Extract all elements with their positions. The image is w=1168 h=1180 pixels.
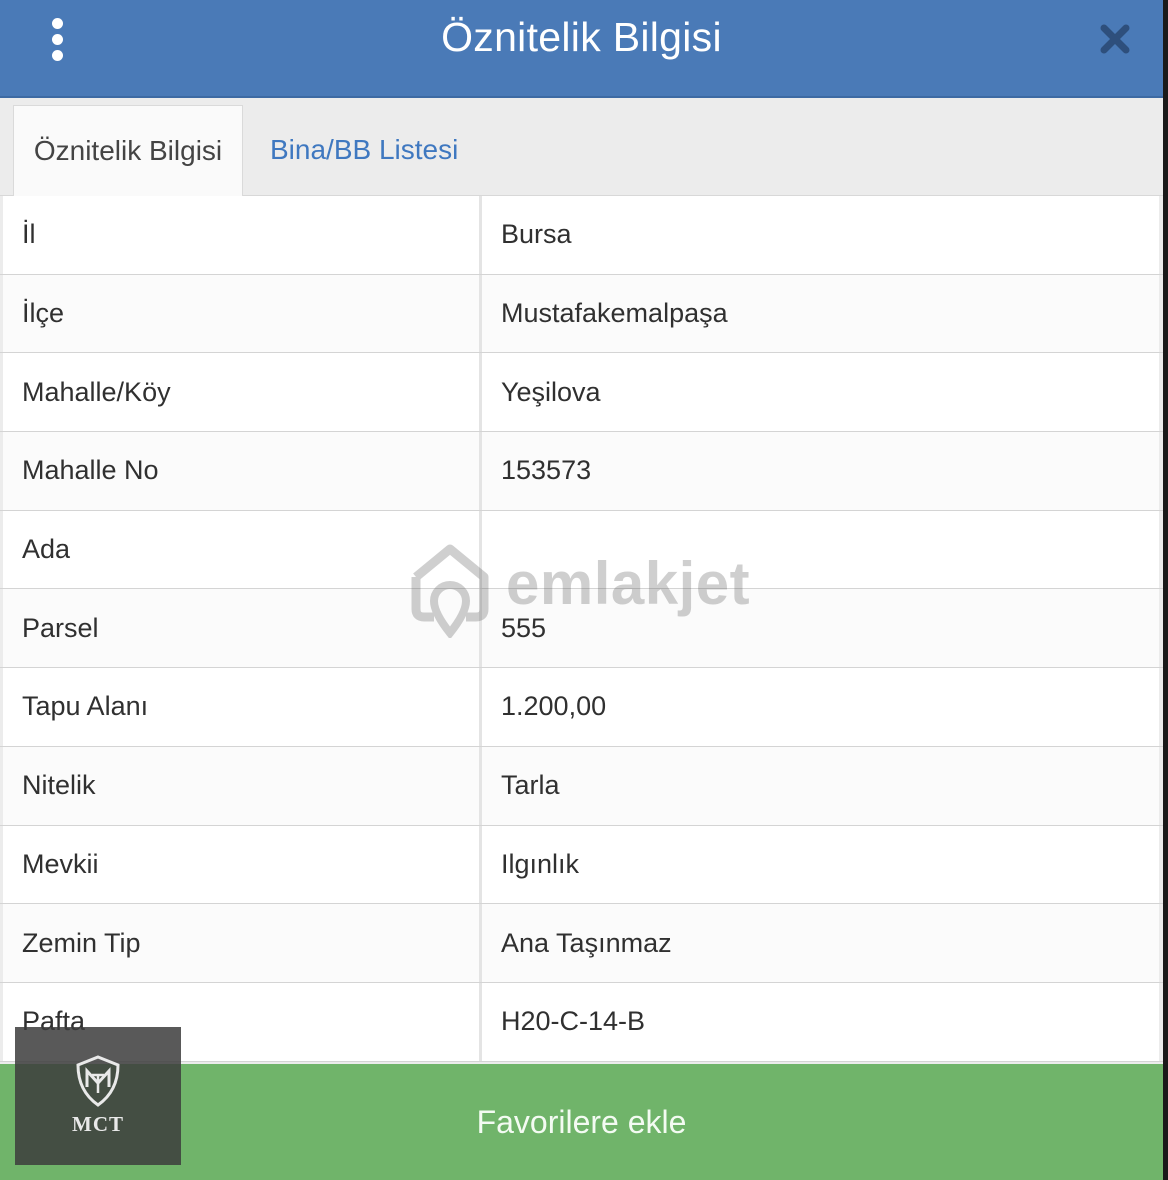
- row-value: Mustafakemalpaşa: [482, 274, 1159, 353]
- table-row: Parsel 555: [0, 589, 1163, 669]
- row-value: Ilgınlık: [482, 825, 1159, 904]
- table-row: Ada: [0, 510, 1163, 590]
- row-key: Mevkii: [3, 825, 479, 904]
- row-value: 153573: [482, 432, 1159, 510]
- row-key: Ada: [3, 510, 479, 589]
- mct-logo: MCT: [15, 1027, 181, 1165]
- row-key: Mahalle No: [3, 432, 479, 510]
- table-row: Mevkii Ilgınlık: [0, 825, 1163, 905]
- attribute-table: İl Bursa İlçe Mustafakemalpaşa Mahalle/K…: [0, 196, 1163, 1062]
- row-key: Nitelik: [3, 746, 479, 825]
- table-row: İl Bursa: [0, 196, 1163, 275]
- table-row: Mahalle No 153573: [0, 432, 1163, 511]
- close-icon[interactable]: [1098, 22, 1132, 56]
- table-row: Mahalle/Köy Yeşilova: [0, 353, 1163, 433]
- row-value: Ana Taşınmaz: [482, 904, 1159, 982]
- row-value: 1.200,00: [482, 668, 1159, 746]
- tab-attribute-info[interactable]: Öznitelik Bilgisi: [13, 105, 243, 196]
- tab-bar: Öznitelik Bilgisi Bina/BB Listesi: [0, 98, 1163, 196]
- shield-icon: [76, 1055, 120, 1107]
- row-key: İl: [3, 196, 479, 274]
- row-value: H20-C-14-B: [482, 982, 1159, 1061]
- row-value: Bursa: [482, 196, 1159, 274]
- row-value: [482, 510, 1159, 589]
- row-key: Parsel: [3, 589, 479, 668]
- page-title: Öznitelik Bilgisi: [441, 14, 722, 60]
- row-key: Mahalle/Köy: [3, 353, 479, 432]
- row-key: İlçe: [3, 274, 479, 353]
- attribute-info-panel: Öznitelik Bilgisi Öznitelik Bilgisi Bina…: [0, 0, 1163, 1180]
- row-value: Yeşilova: [482, 353, 1159, 432]
- table-row: Zemin Tip Ana Taşınmaz: [0, 904, 1163, 983]
- tab-building-list[interactable]: Bina/BB Listesi: [270, 105, 458, 195]
- table-row: İlçe Mustafakemalpaşa: [0, 274, 1163, 354]
- logo-text: MCT: [72, 1112, 124, 1136]
- table-row: Tapu Alanı 1.200,00: [0, 668, 1163, 747]
- table-row: Nitelik Tarla: [0, 746, 1163, 826]
- header-bar: Öznitelik Bilgisi: [0, 0, 1163, 98]
- row-value: Tarla: [482, 746, 1159, 825]
- row-key: Zemin Tip: [3, 904, 479, 982]
- row-value: 555: [482, 589, 1159, 668]
- row-key: Tapu Alanı: [3, 668, 479, 746]
